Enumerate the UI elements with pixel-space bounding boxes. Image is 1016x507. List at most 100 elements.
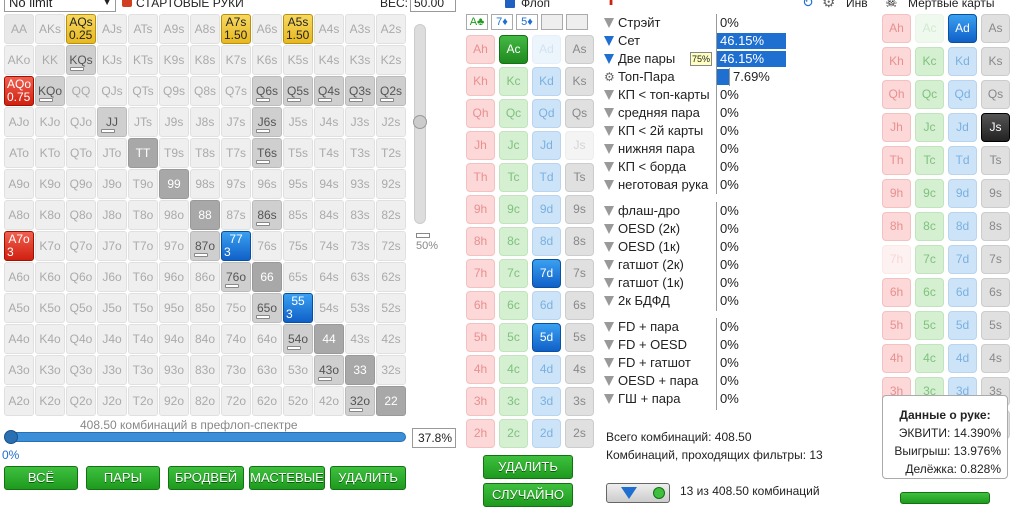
hand-cell-96s[interactable]: 96s — [252, 169, 282, 199]
hand-cell-Q3o[interactable]: Q3o — [66, 355, 96, 385]
hand-cell-K3o[interactable]: K3o — [35, 355, 65, 385]
stat-row[interactable]: Две пары 46.15% 75% — [604, 50, 804, 68]
hand-cell-44[interactable]: 44 — [314, 324, 344, 354]
hand-cell-T8s[interactable]: T8s — [190, 138, 220, 168]
hand-cell-Q4o[interactable]: Q4o — [66, 324, 96, 354]
stat-row[interactable]: нижняя пара 0% — [604, 140, 804, 158]
hand-cell-KK[interactable]: KK — [35, 45, 65, 75]
hand-cell-97o[interactable]: 97o — [159, 231, 189, 261]
hand-cell-K8o[interactable]: K8o — [35, 200, 65, 230]
board-card-8h[interactable]: 8h — [466, 227, 495, 256]
hand-cell-AQo[interactable]: AQo 0.75 — [4, 76, 34, 106]
dead-card-9h[interactable]: 9h — [882, 179, 911, 208]
hand-cell-73o[interactable]: 73o — [221, 355, 251, 385]
invert-label[interactable]: Инв — [846, 0, 868, 10]
dead-card-Qd[interactable]: Qd — [948, 80, 977, 109]
dead-card-5d[interactable]: 5d — [948, 311, 977, 340]
board-card-8s[interactable]: 8s — [565, 227, 594, 256]
hand-cell-86o[interactable]: 86o — [190, 262, 220, 292]
stat-row[interactable]: OESD (2к) 0% — [604, 220, 804, 238]
board-card-8c[interactable]: 8c — [499, 227, 528, 256]
board-card-Tc[interactable]: Tc — [499, 163, 528, 192]
all-button[interactable]: ВСЁ — [4, 466, 78, 490]
hand-cell-53s[interactable]: 53s — [345, 293, 375, 323]
hand-cell-84o[interactable]: 84o — [190, 324, 220, 354]
board-card-9h[interactable]: 9h — [466, 195, 495, 224]
hand-cell-96o[interactable]: 96o — [159, 262, 189, 292]
dead-card-Tc[interactable]: Tc — [915, 146, 944, 175]
board-card-3h[interactable]: 3h — [466, 387, 495, 416]
dead-card-Jh[interactable]: Jh — [882, 113, 911, 142]
board-card-7s[interactable]: 7s — [565, 259, 594, 288]
hand-cell-72s[interactable]: 72s — [376, 231, 406, 261]
board-card-7d[interactable]: 7d — [532, 259, 561, 288]
stat-row[interactable]: FD + OESD 0% — [604, 336, 804, 354]
hand-cell-62o[interactable]: 62o — [252, 386, 282, 416]
hand-cell-J5s[interactable]: J5s — [283, 107, 313, 137]
dead-card-Td[interactable]: Td — [948, 146, 977, 175]
flop-slot-5[interactable] — [566, 14, 588, 30]
hand-cell-J4o[interactable]: J4o — [97, 324, 127, 354]
board-card-Th[interactable]: Th — [466, 163, 495, 192]
hand-cell-88[interactable]: 88 — [190, 200, 220, 230]
hand-cell-J9s[interactable]: J9s — [159, 107, 189, 137]
hand-cell-T6s[interactable]: T6s — [252, 138, 282, 168]
hand-cell-Q8s[interactable]: Q8s — [190, 76, 220, 106]
hand-cell-J9o[interactable]: J9o — [97, 169, 127, 199]
hand-cell-T5o[interactable]: T5o — [128, 293, 158, 323]
stat-row[interactable]: средняя пара 0% — [604, 104, 804, 122]
hand-cell-74o[interactable]: 74o — [221, 324, 251, 354]
hand-cell-98o[interactable]: 98o — [159, 200, 189, 230]
hand-cell-42o[interactable]: 42o — [314, 386, 344, 416]
stat-row[interactable]: гатшот (1к) 0% — [604, 274, 804, 292]
board-card-3d[interactable]: 3d — [532, 387, 561, 416]
hand-cell-98s[interactable]: 98s — [190, 169, 220, 199]
stat-row[interactable]: OESD + пара 0% — [604, 372, 804, 390]
hand-cell-KJs[interactable]: KJs — [97, 45, 127, 75]
hand-cell-A7s[interactable]: A7s 1.50 — [221, 14, 251, 44]
hand-cell-QJs[interactable]: QJs — [97, 76, 127, 106]
hand-cell-T7o[interactable]: T7o — [128, 231, 158, 261]
hand-cell-A3o[interactable]: A3o — [4, 355, 34, 385]
hand-cell-32o[interactable]: 32o — [345, 386, 375, 416]
dead-card-Ac[interactable]: Ac — [915, 14, 944, 43]
board-card-Qd[interactable]: Qd — [532, 99, 561, 128]
hand-cell-A7o[interactable]: A7o 3 — [4, 231, 34, 261]
board-card-6c[interactable]: 6c — [499, 291, 528, 320]
hand-cell-A8s[interactable]: A8s — [190, 14, 220, 44]
hand-cell-A4s[interactable]: A4s — [314, 14, 344, 44]
range-slider[interactable] — [4, 430, 406, 444]
dead-card-9c[interactable]: 9c — [915, 179, 944, 208]
dead-card-8c[interactable]: 8c — [915, 212, 944, 241]
flop-slot-4[interactable] — [541, 14, 563, 30]
random-board-button[interactable]: СЛУЧАЙНО — [483, 483, 573, 507]
dead-card-Qc[interactable]: Qc — [915, 80, 944, 109]
hand-cell-Q4s[interactable]: Q4s — [314, 76, 344, 106]
board-card-5s[interactable]: 5s — [565, 323, 594, 352]
dead-card-7c[interactable]: 7c — [915, 245, 944, 274]
dead-card-Qs[interactable]: Qs — [981, 80, 1010, 109]
board-card-4h[interactable]: 4h — [466, 355, 495, 384]
hand-cell-J5o[interactable]: J5o — [97, 293, 127, 323]
hand-cell-42s[interactable]: 42s — [376, 324, 406, 354]
hand-cell-Q7o[interactable]: Q7o — [66, 231, 96, 261]
hand-cell-52s[interactable]: 52s — [376, 293, 406, 323]
hand-cell-Q9o[interactable]: Q9o — [66, 169, 96, 199]
hand-cell-93s[interactable]: 93s — [345, 169, 375, 199]
hand-cell-Q5o[interactable]: Q5o — [66, 293, 96, 323]
hand-cell-KQo[interactable]: KQo — [35, 76, 65, 106]
board-card-9c[interactable]: 9c — [499, 195, 528, 224]
stat-row[interactable]: неготовая рука 0% — [604, 176, 804, 194]
hand-cell-J7s[interactable]: J7s — [221, 107, 251, 137]
hand-cell-64s[interactable]: 64s — [314, 262, 344, 292]
filter-toggle-button[interactable] — [606, 483, 670, 503]
hand-cell-A8o[interactable]: A8o — [4, 200, 34, 230]
hand-cell-ATo[interactable]: ATo — [4, 138, 34, 168]
broadway-button[interactable]: БРОДВЕЙ — [168, 466, 244, 490]
hand-cell-J8s[interactable]: J8s — [190, 107, 220, 137]
board-card-Js[interactable]: Js — [565, 131, 594, 160]
board-card-6h[interactable]: 6h — [466, 291, 495, 320]
dead-card-4d[interactable]: 4d — [948, 344, 977, 373]
hand-cell-95o[interactable]: 95o — [159, 293, 189, 323]
hand-cell-55[interactable]: 55 3 — [283, 293, 313, 323]
